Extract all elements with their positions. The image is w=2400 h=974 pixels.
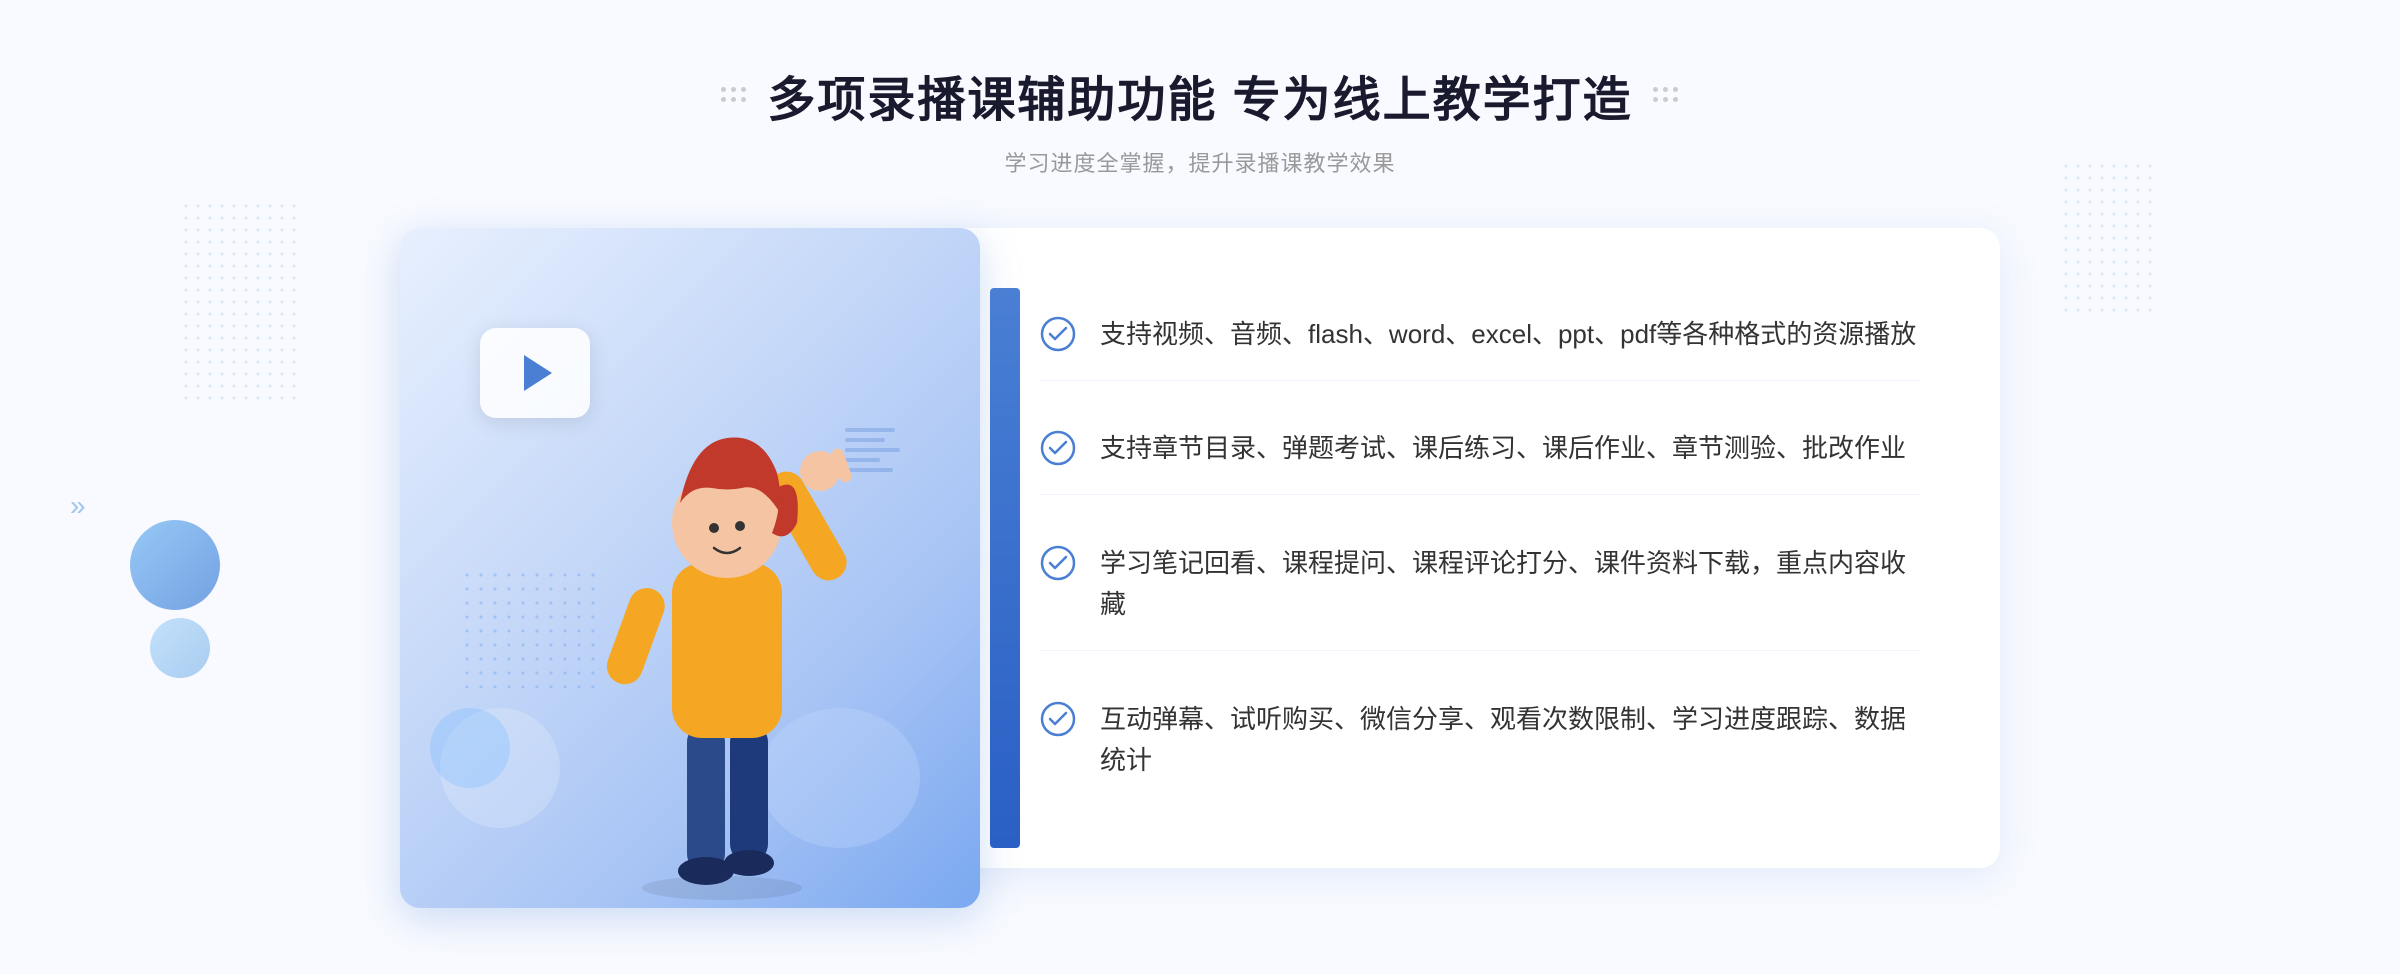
bg-dots-left [180, 200, 300, 400]
feature-text-4: 互动弹幕、试听购买、微信分享、观看次数限制、学习进度跟踪、数据统计 [1100, 699, 1920, 782]
blue-side-panel [990, 288, 1020, 848]
title-row: 多项录播课辅助功能 专为线上教学打造 [721, 60, 1678, 130]
feature-item-2: 支持章节目录、弹题考试、课后练习、课后作业、章节测验、批改作业 [1040, 404, 1920, 495]
title-dots-left [721, 87, 747, 103]
bg-dots-right [2060, 160, 2160, 320]
circle-medium [430, 708, 510, 788]
header-section: 多项录播课辅助功能 专为线上教学打造 学习进度全掌握，提升录播课教学效果 [721, 60, 1678, 178]
features-card: 支持视频、音频、flash、word、excel、ppt、pdf等各种格式的资源… [940, 228, 2000, 868]
feature-text-2: 支持章节目录、弹题考试、课后练习、课后作业、章节测验、批改作业 [1100, 428, 1906, 470]
play-icon [524, 355, 552, 391]
main-title: 多项录播课辅助功能 专为线上教学打造 [767, 60, 1632, 130]
left-circles-decoration [130, 520, 220, 678]
subtitle: 学习进度全掌握，提升录播课教学效果 [721, 146, 1678, 178]
check-icon-2 [1040, 430, 1076, 466]
main-content: 支持视频、音频、flash、word、excel、ppt、pdf等各种格式的资源… [400, 228, 2000, 908]
feature-item-4: 互动弹幕、试听购买、微信分享、观看次数限制、学习进度跟踪、数据统计 [1040, 675, 1920, 806]
feature-item-1: 支持视频、音频、flash、word、excel、ppt、pdf等各种格式的资源… [1040, 290, 1920, 381]
person-illustration [562, 343, 882, 908]
illustration-card [400, 228, 980, 908]
check-icon-1 [1040, 316, 1076, 352]
feature-text-1: 支持视频、音频、flash、word、excel、ppt、pdf等各种格式的资源… [1100, 314, 1916, 356]
page-container: 多项录播课辅助功能 专为线上教学打造 学习进度全掌握，提升录播课教学效果 » [0, 0, 2400, 974]
feature-item-3: 学习笔记回看、课程提问、课程评论打分、课件资料下载，重点内容收藏 [1040, 519, 1920, 651]
title-dots-right [1653, 87, 1679, 103]
feature-text-3: 学习笔记回看、课程提问、课程评论打分、课件资料下载，重点内容收藏 [1100, 543, 1920, 626]
check-icon-4 [1040, 701, 1076, 737]
arrow-left-decoration: » [70, 490, 86, 522]
check-icon-3 [1040, 545, 1076, 581]
circle-decor-small [150, 618, 210, 678]
circle-decor-large [130, 520, 220, 610]
